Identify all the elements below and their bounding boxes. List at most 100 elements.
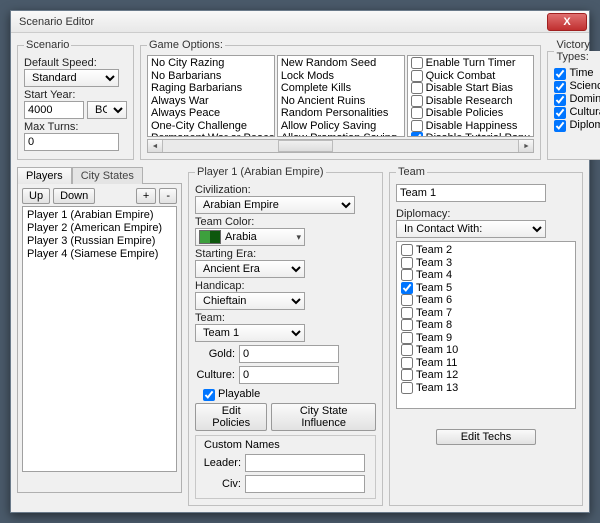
add-player-button[interactable]: + [136, 188, 156, 204]
culture-input[interactable] [239, 366, 339, 384]
checkbox[interactable] [401, 344, 413, 356]
playable-checkbox[interactable] [203, 389, 215, 401]
list-item[interactable]: Player 3 (Russian Empire) [27, 235, 172, 248]
checkbox-label: Disable Research [426, 95, 513, 108]
team-name-input[interactable] [396, 184, 546, 202]
era-bc-select[interactable]: BC [87, 101, 127, 119]
checkbox-label: Science [569, 80, 600, 93]
checkbox[interactable] [401, 257, 413, 269]
team-label: Team: [195, 312, 376, 324]
checkbox-label: Team 4 [416, 269, 452, 282]
team-contact-list[interactable]: Team 2Team 3Team 4Team 5Team 6Team 7Team… [396, 241, 576, 409]
scrollbar-thumb[interactable] [278, 140, 333, 152]
list-item[interactable]: Random Personalities [281, 107, 401, 120]
checkbox-label: Disable Policies [426, 107, 504, 120]
up-button[interactable]: Up [22, 188, 50, 204]
team-select[interactable]: Team 1 [195, 324, 305, 342]
titlebar[interactable]: Scenario Editor X [11, 11, 589, 33]
checkbox[interactable] [554, 120, 566, 132]
edit-policies-button[interactable]: Edit Policies [195, 403, 267, 431]
checkbox[interactable] [411, 95, 423, 107]
list-item[interactable]: Player 4 (Siamese Empire) [27, 248, 172, 261]
checkbox[interactable] [401, 269, 413, 281]
checkbox-label: Team 3 [416, 257, 452, 270]
game-options-list-1[interactable]: No City RazingNo BarbariansRaging Barbar… [147, 55, 275, 137]
checkbox[interactable] [411, 107, 423, 119]
list-item[interactable]: Allow Policy Saving [281, 120, 401, 133]
list-item[interactable]: New Random Seed [281, 57, 401, 70]
checkbox[interactable] [554, 81, 566, 93]
checkbox[interactable] [401, 282, 413, 294]
checkbox[interactable] [554, 94, 566, 106]
list-item[interactable]: One-City Challenge [151, 120, 271, 133]
checkbox-label: Disable Start Bias [426, 82, 513, 95]
playable-label: Playable [218, 388, 260, 401]
game-options-group: Game Options: No City RazingNo Barbarian… [140, 39, 541, 160]
checkbox-label: Team 12 [416, 369, 458, 382]
leader-input[interactable] [245, 454, 365, 472]
civilization-label: Civilization: [195, 184, 376, 196]
tab-players[interactable]: Players [17, 167, 72, 184]
team-color-select[interactable]: Arabia [195, 228, 305, 246]
checkbox-label: Team 13 [416, 382, 458, 395]
checkbox[interactable] [554, 68, 566, 80]
list-item[interactable]: Always War [151, 95, 271, 108]
starting-era-select[interactable]: Ancient Era [195, 260, 305, 278]
team-color-name: Arabia [225, 231, 257, 243]
checkbox-label: Team 10 [416, 344, 458, 357]
list-item[interactable]: No City Razing [151, 57, 271, 70]
checkbox[interactable] [401, 357, 413, 369]
checkbox[interactable] [401, 369, 413, 381]
checkbox[interactable] [554, 107, 566, 119]
city-state-influence-button[interactable]: City State Influence [271, 403, 376, 431]
handicap-select[interactable]: Chieftain [195, 292, 305, 310]
checkbox[interactable] [401, 332, 413, 344]
game-options-list-2[interactable]: New Random SeedLock ModsComplete KillsNo… [277, 55, 405, 137]
down-button[interactable]: Down [53, 188, 95, 204]
checkbox[interactable] [401, 319, 413, 331]
culture-label: Culture: [195, 369, 235, 381]
civ-name-label: Civ: [201, 478, 241, 490]
list-item[interactable]: Player 1 (Arabian Empire) [27, 209, 172, 222]
list-item[interactable]: Always Peace [151, 107, 271, 120]
civ-name-input[interactable] [245, 475, 365, 493]
list-item[interactable]: Complete Kills [281, 82, 401, 95]
tab-city-states[interactable]: City States [72, 167, 143, 184]
default-speed-select[interactable]: Standard [24, 69, 119, 87]
gold-input[interactable] [239, 345, 339, 363]
checkbox-label: Team 11 [416, 357, 457, 370]
checkbox-label: Team 7 [416, 307, 452, 320]
list-item[interactable]: Raging Barbarians [151, 82, 271, 95]
close-button[interactable]: X [547, 13, 587, 31]
diplomacy-select[interactable]: In Contact With: [396, 220, 546, 238]
checkbox[interactable] [401, 307, 413, 319]
checkbox[interactable] [411, 70, 423, 82]
checkbox-label: Disable Tutorial Popu [426, 132, 531, 137]
victory-types-group: Victory Types: TimeScienceDominationCult… [547, 39, 600, 160]
players-list[interactable]: Player 1 (Arabian Empire)Player 2 (Ameri… [22, 206, 177, 472]
edit-techs-button[interactable]: Edit Techs [436, 429, 537, 445]
civilization-select[interactable]: Arabian Empire [195, 196, 355, 214]
diplomacy-label: Diplomacy: [396, 208, 576, 220]
max-turns-label: Max Turns: [24, 121, 127, 133]
max-turns-input[interactable] [24, 133, 119, 151]
list-item[interactable]: Allow Promotion Saving [281, 132, 401, 137]
checkbox[interactable] [401, 382, 413, 394]
list-item[interactable]: No Ancient Ruins [281, 95, 401, 108]
player-detail-group: Player 1 (Arabian Empire) Civilization: … [188, 166, 383, 506]
players-panel: Players City States Up Down + - Player 1… [17, 166, 182, 506]
checkbox[interactable] [411, 120, 423, 132]
game-options-scrollbar[interactable] [147, 139, 534, 153]
list-item[interactable]: Player 2 (American Empire) [27, 222, 172, 235]
remove-player-button[interactable]: - [159, 188, 177, 204]
list-item[interactable]: No Barbarians [151, 70, 271, 83]
checkbox[interactable] [401, 244, 413, 256]
list-item[interactable]: Permanent War or Peace [151, 132, 271, 137]
list-item[interactable]: Lock Mods [281, 70, 401, 83]
checkbox[interactable] [401, 294, 413, 306]
checkbox[interactable] [411, 82, 423, 94]
game-options-list-3[interactable]: Enable Turn TimerQuick CombatDisable Sta… [407, 55, 535, 137]
checkbox[interactable] [411, 132, 423, 137]
start-year-input[interactable] [24, 101, 84, 119]
checkbox[interactable] [411, 57, 423, 69]
